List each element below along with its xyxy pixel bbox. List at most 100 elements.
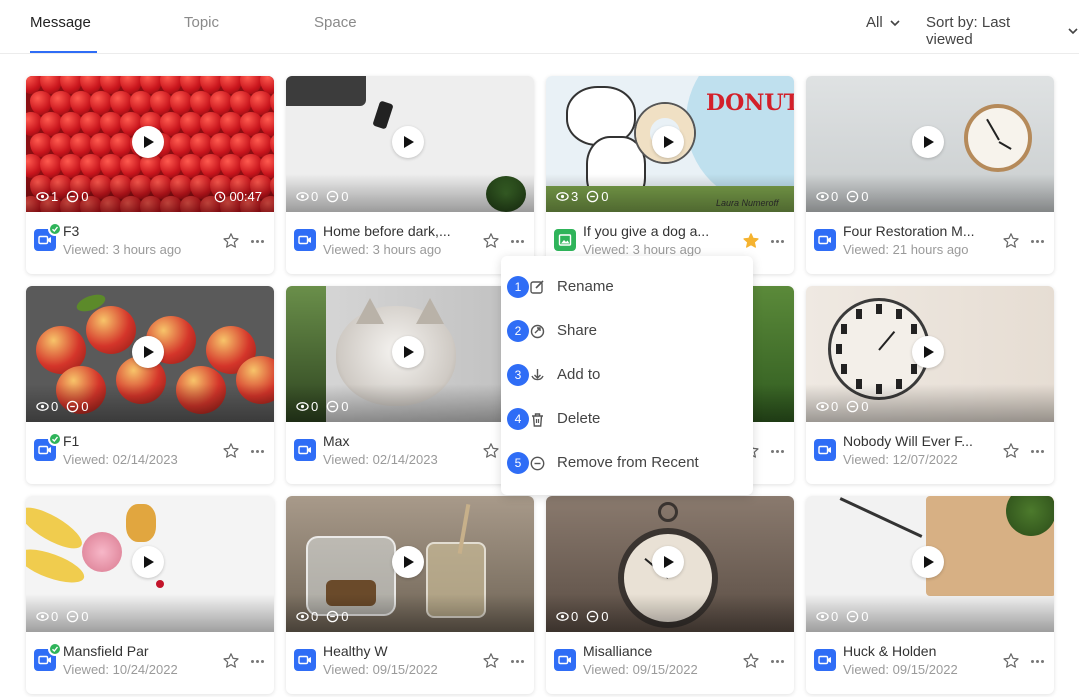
card-thumbnail[interactable]: 0 0	[806, 286, 1054, 422]
card-title[interactable]: Four Restoration M...	[843, 223, 983, 239]
play-button[interactable]	[392, 546, 424, 578]
more-options-button[interactable]	[1028, 654, 1046, 668]
media-card[interactable]: 0 0 Nobody Will Ever F... Viewed: 12/07/…	[806, 286, 1054, 484]
card-title[interactable]: F1	[63, 433, 203, 449]
video-icon	[38, 445, 51, 455]
comments-icon	[586, 190, 599, 203]
more-options-button[interactable]	[248, 444, 266, 458]
card-thumbnail[interactable]: 0 0	[286, 286, 534, 422]
star-icon[interactable]	[482, 442, 500, 460]
play-button[interactable]	[132, 546, 164, 578]
comments-icon	[846, 190, 859, 203]
play-button[interactable]	[392, 126, 424, 158]
media-card[interactable]: 0 0 Mansfield Par Viewed: 10/24/2022	[26, 496, 274, 694]
more-options-button[interactable]	[508, 234, 526, 248]
card-viewed-time: Viewed: 3 hours ago	[583, 242, 702, 257]
star-icon[interactable]	[742, 232, 760, 250]
card-title[interactable]: Nobody Will Ever F...	[843, 433, 983, 449]
card-title[interactable]: Misalliance	[583, 643, 723, 659]
media-card[interactable]: 0 0 Healthy W Viewed: 09/15/2022	[286, 496, 534, 694]
card-title[interactable]: Mansfield Par	[63, 643, 203, 659]
active-tab-indicator	[30, 51, 97, 53]
star-icon[interactable]	[1002, 232, 1020, 250]
star-icon[interactable]	[482, 232, 500, 250]
card-title[interactable]: Max	[323, 433, 463, 449]
play-icon	[144, 556, 154, 568]
card-title[interactable]: Home before dark,...	[323, 223, 463, 239]
play-button[interactable]	[132, 336, 164, 368]
sort-dropdown[interactable]: Sort by: Last viewed	[926, 14, 1079, 48]
media-card[interactable]: 0 0 Huck & Holden Viewed: 09/15/2022	[806, 496, 1054, 694]
more-options-button[interactable]	[768, 444, 786, 458]
card-info: Nobody Will Ever F... Viewed: 12/07/2022	[806, 422, 1054, 484]
synced-badge	[48, 642, 62, 656]
card-thumbnail[interactable]: 0 0	[26, 496, 274, 632]
card-stats: 0 0	[36, 399, 88, 414]
card-title[interactable]: F3	[63, 223, 203, 239]
play-button[interactable]	[912, 546, 944, 578]
card-stats: 1 0	[36, 189, 88, 204]
card-thumbnail[interactable]: 0 0	[806, 76, 1054, 212]
play-button[interactable]	[652, 546, 684, 578]
card-thumbnail[interactable]: 0 0	[26, 286, 274, 422]
context-menu: 1 Rename 2 Share 3 Add to 4 Delete 5 Remove …	[501, 256, 753, 495]
views-count: 0	[311, 189, 319, 204]
card-thumbnail[interactable]: 0 0	[286, 496, 534, 632]
tab-message[interactable]: Message	[30, 14, 91, 31]
play-button[interactable]	[132, 126, 164, 158]
media-type-badge	[814, 649, 836, 671]
media-card[interactable]: 0 0 Home before dark,... Viewed: 3 hours…	[286, 76, 534, 274]
filter-dropdown[interactable]: All	[866, 14, 901, 31]
star-icon[interactable]	[482, 652, 500, 670]
card-viewed-time: Viewed: 3 hours ago	[323, 242, 442, 257]
media-card[interactable]: 0 0 F1 Viewed: 02/14/2023	[26, 286, 274, 484]
star-icon[interactable]	[222, 232, 240, 250]
more-options-button[interactable]	[1028, 444, 1046, 458]
media-card[interactable]: 0 0 Four Restoration M... Viewed: 21 hou…	[806, 76, 1054, 274]
card-info: Max Viewed: 02/14/2023	[286, 422, 534, 484]
menu-item-remove-from-recent[interactable]: 5 Remove from Recent	[501, 443, 753, 483]
menu-item-rename[interactable]: 1 Rename	[501, 267, 753, 307]
media-type-badge	[554, 649, 576, 671]
duration-text: 00:47	[229, 189, 262, 204]
video-icon	[818, 445, 831, 455]
card-viewed-time: Viewed: 10/24/2022	[63, 662, 178, 677]
card-title[interactable]: Huck & Holden	[843, 643, 983, 659]
more-options-button[interactable]	[248, 654, 266, 668]
tab-space[interactable]: Space	[314, 14, 357, 31]
card-thumbnail[interactable]: 0 0	[546, 496, 794, 632]
more-options-button[interactable]	[1028, 234, 1046, 248]
star-icon[interactable]	[1002, 442, 1020, 460]
views-count: 0	[51, 399, 59, 414]
card-thumbnail[interactable]: 0 0	[806, 496, 1054, 632]
tab-topic[interactable]: Topic	[184, 14, 219, 31]
card-thumbnail[interactable]: 0 0	[286, 76, 534, 212]
play-button[interactable]	[652, 126, 684, 158]
star-icon[interactable]	[222, 442, 240, 460]
comments-icon	[846, 400, 859, 413]
card-title[interactable]: If you give a dog a...	[583, 223, 723, 239]
image-icon	[558, 234, 572, 246]
menu-item-delete[interactable]: 4 Delete	[501, 399, 753, 439]
card-thumbnail[interactable]: DONUT Laura Numeroff 3 0	[546, 76, 794, 212]
star-icon[interactable]	[222, 652, 240, 670]
media-card[interactable]: 0 0 Max Viewed: 02/14/2023	[286, 286, 534, 484]
menu-item-share[interactable]: 2 Share	[501, 311, 753, 351]
media-card[interactable]: DONUT Laura Numeroff 3 0 If you give a d…	[546, 76, 794, 274]
more-options-button[interactable]	[508, 654, 526, 668]
views-count: 0	[51, 609, 59, 624]
comments-count: 0	[601, 189, 609, 204]
menu-item-add-to[interactable]: 3 Add to	[501, 355, 753, 395]
star-icon[interactable]	[742, 652, 760, 670]
star-icon[interactable]	[1002, 652, 1020, 670]
card-title[interactable]: Healthy W	[323, 643, 463, 659]
play-button[interactable]	[392, 336, 424, 368]
play-button[interactable]	[912, 126, 944, 158]
more-options-button[interactable]	[768, 234, 786, 248]
more-options-button[interactable]	[768, 654, 786, 668]
play-button[interactable]	[912, 336, 944, 368]
card-thumbnail[interactable]: 1 0 00:47	[26, 76, 274, 212]
more-options-button[interactable]	[248, 234, 266, 248]
media-card[interactable]: 1 0 00:47 F3 Viewed: 3 hours ago	[26, 76, 274, 274]
media-card[interactable]: 0 0 Misalliance Viewed: 09/15/2022	[546, 496, 794, 694]
